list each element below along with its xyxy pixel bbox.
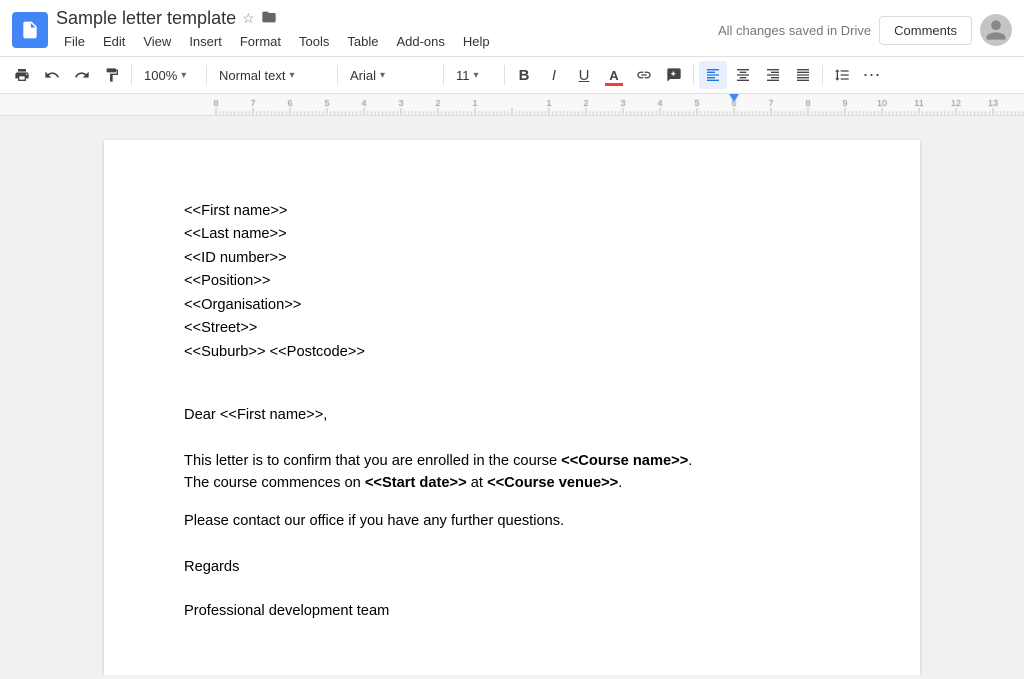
menu-edit[interactable]: Edit [95, 31, 133, 52]
para1-period: . [688, 453, 692, 469]
sep3 [337, 65, 338, 85]
menu-tools[interactable]: Tools [291, 31, 337, 52]
top-bar: Sample letter template ☆ File Edit View … [0, 0, 1024, 57]
align-left-button[interactable] [699, 61, 727, 89]
sep5 [504, 65, 505, 85]
menu-file[interactable]: File [56, 31, 93, 52]
menu-help[interactable]: Help [455, 31, 498, 52]
redo-button[interactable] [68, 61, 96, 89]
sep6 [693, 65, 694, 85]
document-page[interactable]: <<First name>> <<Last name>> <<ID number… [104, 140, 920, 675]
zoom-arrow: ▾ [181, 70, 186, 81]
menu-insert[interactable]: Insert [181, 31, 230, 52]
align-center-button[interactable] [729, 61, 757, 89]
underline-button[interactable]: U [570, 61, 598, 89]
font-arrow: ▾ [380, 70, 385, 81]
address-line-5: <<Organisation>> [184, 294, 840, 317]
address-line-1: <<First name>> [184, 200, 840, 223]
para1-at: at [467, 475, 487, 491]
link-button[interactable] [630, 61, 658, 89]
print-button[interactable] [8, 61, 36, 89]
menu-view[interactable]: View [135, 31, 179, 52]
save-status: All changes saved in Drive [718, 23, 871, 38]
address-line-3: <<ID number>> [184, 247, 840, 270]
font-size-dropdown[interactable]: 11 ▾ [449, 61, 499, 89]
add-comment-button[interactable] [660, 61, 688, 89]
sep4 [443, 65, 444, 85]
para1-line2-before: The course commences on [184, 475, 365, 491]
para1-start-date: <<Start date>> [365, 475, 467, 491]
address-line-7: <<Suburb>> <<Postcode>> [184, 341, 840, 364]
para1-end: . [618, 475, 622, 491]
sep7 [822, 65, 823, 85]
folder-icon[interactable] [261, 9, 277, 28]
para1-course-name: <<Course name>> [561, 453, 688, 469]
star-icon[interactable]: ☆ [242, 10, 255, 27]
font-dropdown[interactable]: Arial ▾ [343, 61, 438, 89]
line-spacing-button[interactable] [828, 61, 856, 89]
size-arrow: ▾ [474, 70, 479, 81]
body-para-1[interactable]: This letter is to confirm that you are e… [184, 450, 840, 494]
ruler [0, 94, 1024, 116]
para1-before: This letter is to confirm that you are e… [184, 453, 561, 469]
greeting-line[interactable]: Dear <<First name>>, [184, 404, 840, 426]
italic-button[interactable]: I [540, 61, 568, 89]
toolbar: 100% ▾ Normal text ▾ Arial ▾ 11 ▾ B I U … [0, 57, 1024, 94]
menu-addons[interactable]: Add-ons [388, 31, 452, 52]
style-arrow: ▾ [289, 70, 294, 81]
sep1 [131, 65, 132, 85]
address-line-6: <<Street>> [184, 317, 840, 340]
closing-block: Regards Professional development team [184, 556, 840, 622]
doc-title-row: Sample letter template ☆ [56, 8, 700, 29]
regards-line: Regards [184, 556, 840, 578]
ruler-canvas [0, 94, 1024, 116]
address-line-4: <<Position>> [184, 270, 840, 293]
address-line-2: <<Last name>> [184, 223, 840, 246]
text-color-bar [605, 83, 623, 86]
title-area: Sample letter template ☆ File Edit View … [56, 8, 700, 52]
align-right-button[interactable] [759, 61, 787, 89]
style-dropdown[interactable]: Normal text ▾ [212, 61, 332, 89]
bold-button[interactable]: B [510, 61, 538, 89]
menu-table[interactable]: Table [339, 31, 386, 52]
paint-format-button[interactable] [98, 61, 126, 89]
address-block: <<First name>> <<Last name>> <<ID number… [184, 200, 840, 364]
more-options-button[interactable]: ⋯ [858, 61, 886, 89]
user-avatar [980, 14, 1012, 46]
menu-format[interactable]: Format [232, 31, 289, 52]
comments-button[interactable]: Comments [879, 16, 972, 45]
signature-line[interactable]: Professional development team [184, 600, 840, 622]
menu-bar: File Edit View Insert Format Tools Table… [56, 31, 700, 52]
zoom-dropdown[interactable]: 100% ▾ [137, 61, 201, 89]
main-content-area[interactable]: <<First name>> <<Last name>> <<ID number… [0, 116, 1024, 675]
app-icon [12, 12, 48, 48]
para1-venue: <<Course venue>> [487, 475, 618, 491]
undo-button[interactable] [38, 61, 66, 89]
justify-button[interactable] [789, 61, 817, 89]
sep2 [206, 65, 207, 85]
doc-title: Sample letter template [56, 8, 236, 29]
text-color-button[interactable]: A [600, 61, 628, 89]
body-para-2[interactable]: Please contact our office if you have an… [184, 510, 840, 532]
